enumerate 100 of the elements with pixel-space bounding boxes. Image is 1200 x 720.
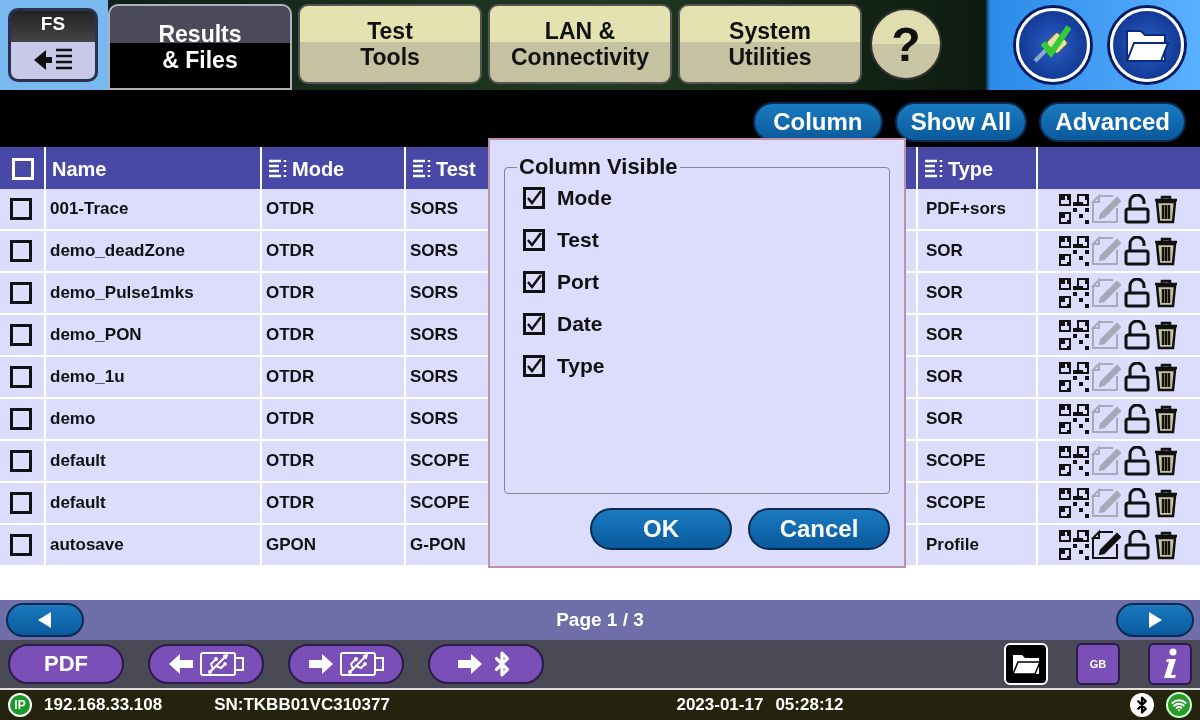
nav-tab[interactable]: LAN & Connectivity	[488, 4, 672, 84]
table-cell: GPON	[262, 525, 404, 565]
checkbox[interactable]	[10, 198, 32, 220]
table-cell: SOR	[918, 399, 1036, 439]
checkbox[interactable]	[10, 366, 32, 388]
checkbox[interactable]	[10, 534, 32, 556]
page-indicator: Page 1 / 3	[556, 609, 644, 631]
qr-code-icon[interactable]	[1059, 194, 1089, 224]
checkbox[interactable]	[10, 492, 32, 514]
unlocked-padlock-icon[interactable]	[1123, 488, 1151, 518]
table-cell: 001-Trace	[46, 189, 260, 229]
qr-code-icon[interactable]	[1059, 530, 1089, 560]
help-button[interactable]: ?	[870, 8, 942, 80]
unlocked-padlock-icon[interactable]	[1123, 446, 1151, 476]
toolbar-button[interactable]: Advanced	[1039, 101, 1186, 142]
previous-page-button[interactable]	[6, 603, 84, 637]
qr-code-icon[interactable]	[1059, 446, 1089, 476]
trash-icon[interactable]	[1153, 278, 1179, 308]
table-cell: OTDR	[262, 315, 404, 355]
qr-code-icon[interactable]	[1059, 362, 1089, 392]
ip-address: 192.168.33.108	[44, 695, 163, 715]
folder-button[interactable]	[1110, 8, 1184, 82]
table-cell: autosave	[46, 525, 260, 565]
right-arrow-icon	[308, 653, 334, 675]
unlocked-padlock-icon[interactable]	[1123, 362, 1151, 392]
edit-icon[interactable]	[1091, 530, 1121, 560]
qr-code-icon[interactable]	[1059, 488, 1089, 518]
unlocked-padlock-icon[interactable]	[1123, 404, 1151, 434]
table-cell: OTDR	[262, 441, 404, 481]
checkbox[interactable]	[523, 313, 545, 335]
table-cell: OTDR	[262, 273, 404, 313]
next-page-button[interactable]	[1116, 603, 1194, 637]
checkbox[interactable]	[523, 355, 545, 377]
usb-drive-icon	[340, 651, 384, 677]
select-all-checkbox[interactable]	[12, 158, 34, 180]
wifi-status-icon	[1166, 692, 1192, 718]
qr-code-icon[interactable]	[1059, 404, 1089, 434]
checkbox[interactable]	[10, 324, 32, 346]
trash-icon[interactable]	[1153, 530, 1179, 560]
back-list-icon	[32, 47, 74, 73]
checkbox[interactable]	[523, 229, 545, 251]
table-cell: SOR	[918, 315, 1036, 355]
dialog-button[interactable]: Cancel	[748, 508, 890, 550]
unlocked-padlock-icon[interactable]	[1123, 278, 1151, 308]
table-cell: demo_Pulse1mks	[46, 273, 260, 313]
table-cell: Profile	[918, 525, 1036, 565]
unlocked-padlock-icon[interactable]	[1123, 194, 1151, 224]
export-bluetooth-button[interactable]	[428, 644, 544, 684]
trash-icon[interactable]	[1153, 446, 1179, 476]
qr-code-icon[interactable]	[1059, 236, 1089, 266]
date-text: 2023-01-17	[676, 695, 764, 715]
table-cell: default	[46, 483, 260, 523]
unlocked-padlock-icon[interactable]	[1123, 236, 1151, 266]
table-cell: SOR	[918, 357, 1036, 397]
checkbox[interactable]	[10, 282, 32, 304]
table-cell: SCOPE	[918, 483, 1036, 523]
folder-button[interactable]	[1004, 643, 1048, 685]
nav-tab[interactable]: Results & Files	[108, 4, 292, 90]
left-arrow-icon	[168, 653, 194, 675]
nav-tab[interactable]: System Utilities	[678, 4, 862, 84]
storage-button[interactable]: GB	[1076, 643, 1120, 685]
table-cell: OTDR	[262, 357, 404, 397]
toolbar-button[interactable]: Show All	[894, 101, 1028, 142]
nav-tab[interactable]: Test Tools	[298, 4, 482, 84]
info-button[interactable]	[1148, 643, 1192, 685]
table-cell: SCOPE	[918, 441, 1036, 481]
trash-icon[interactable]	[1153, 236, 1179, 266]
checkbox[interactable]	[10, 240, 32, 262]
qr-code-icon[interactable]	[1059, 320, 1089, 350]
pdf-button[interactable]: PDF	[8, 644, 124, 684]
table-cell: default	[46, 441, 260, 481]
network-plug-button[interactable]	[1016, 8, 1090, 82]
trash-icon[interactable]	[1153, 488, 1179, 518]
column-header[interactable]: Name	[46, 147, 260, 191]
trash-icon[interactable]	[1153, 404, 1179, 434]
time-text: 05:28:12	[775, 695, 844, 715]
fs-back-button[interactable]: FS	[8, 8, 98, 82]
checkbox[interactable]	[10, 450, 32, 472]
checkbox[interactable]	[10, 408, 32, 430]
table-cell: OTDR	[262, 483, 404, 523]
right-arrow-icon	[457, 653, 483, 675]
export-usb-button[interactable]	[288, 644, 404, 684]
column-header[interactable]: Type	[918, 147, 1036, 191]
checkbox[interactable]	[523, 187, 545, 209]
table-cell: SOR	[918, 273, 1036, 313]
column-header[interactable]: Mode	[262, 147, 404, 191]
table-cell: demo_PON	[46, 315, 260, 355]
table-cell: SOR	[918, 231, 1036, 271]
import-usb-button[interactable]	[148, 644, 264, 684]
checkbox[interactable]	[523, 271, 545, 293]
qr-code-icon[interactable]	[1059, 278, 1089, 308]
unlocked-padlock-icon[interactable]	[1123, 320, 1151, 350]
ip-badge: IP	[8, 693, 32, 717]
trash-icon[interactable]	[1153, 320, 1179, 350]
table-cell: OTDR	[262, 189, 404, 229]
unlocked-padlock-icon[interactable]	[1123, 530, 1151, 560]
dialog-button[interactable]: OK	[590, 508, 732, 550]
trash-icon[interactable]	[1153, 194, 1179, 224]
table-cell: demo	[46, 399, 260, 439]
trash-icon[interactable]	[1153, 362, 1179, 392]
